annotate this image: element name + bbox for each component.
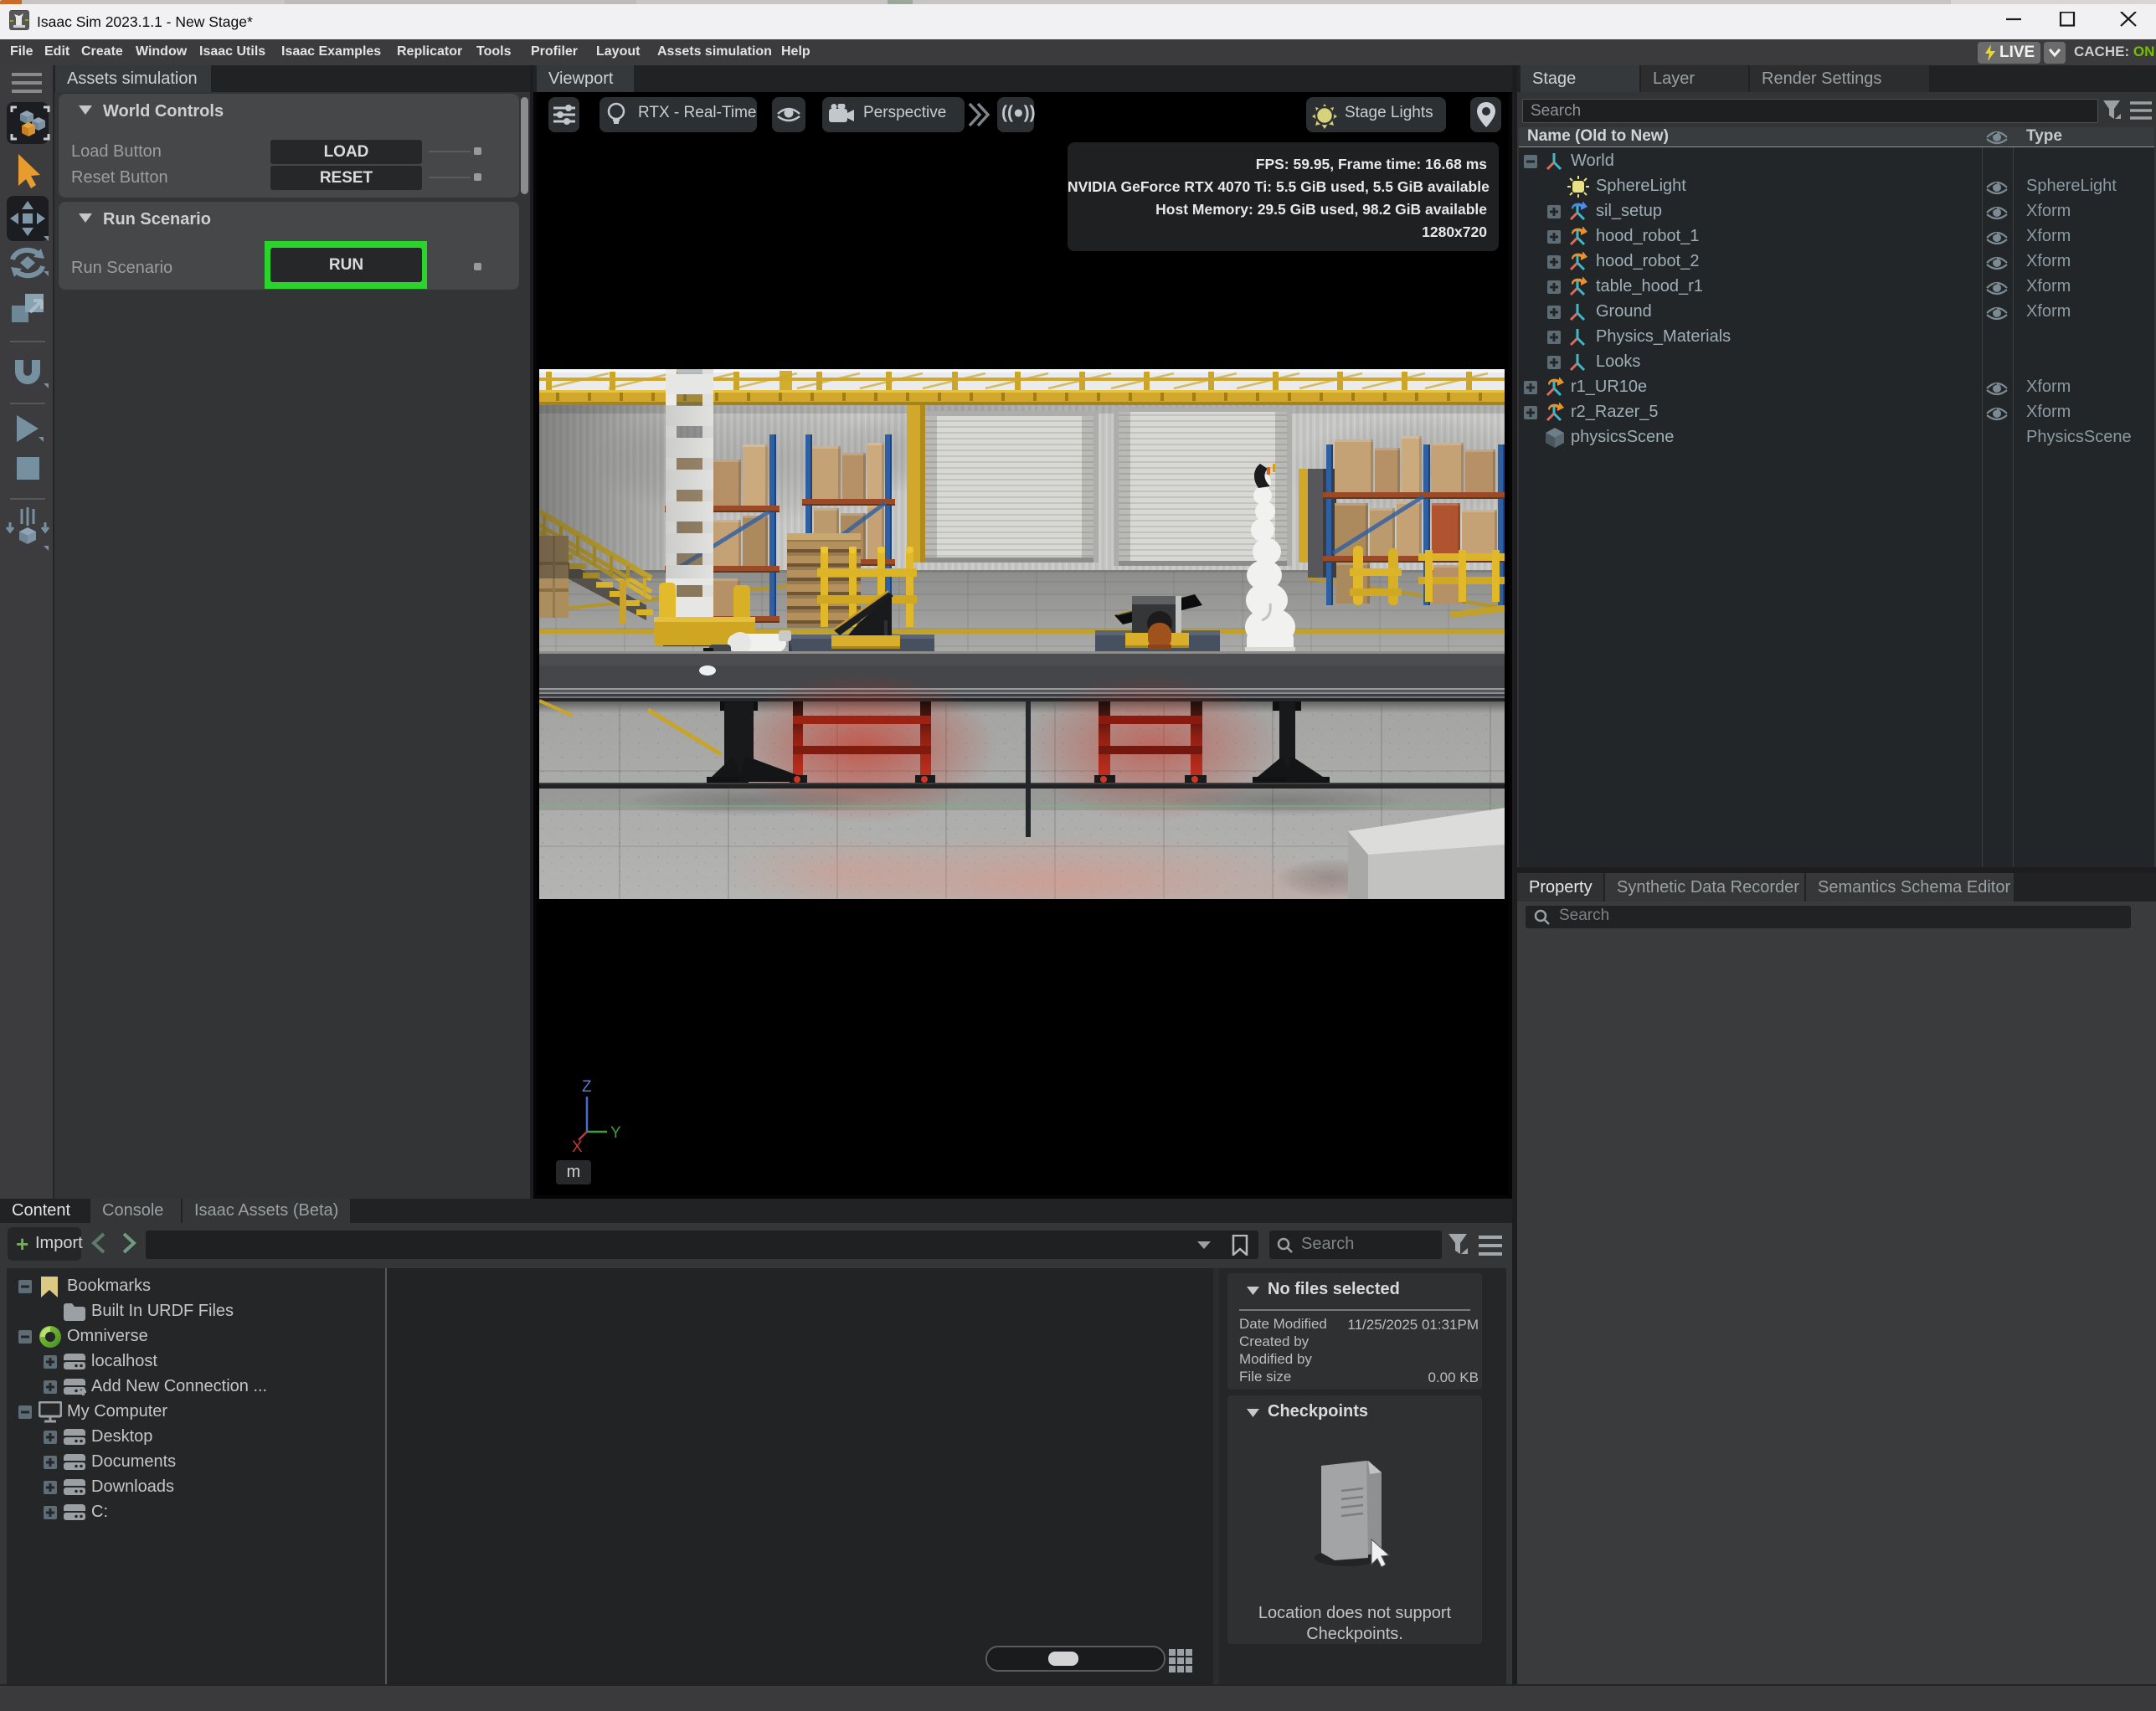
svg-text:Z: Z (582, 1078, 592, 1096)
svg-text:X: X (572, 1138, 583, 1154)
svg-text:Y: Y (610, 1124, 620, 1142)
